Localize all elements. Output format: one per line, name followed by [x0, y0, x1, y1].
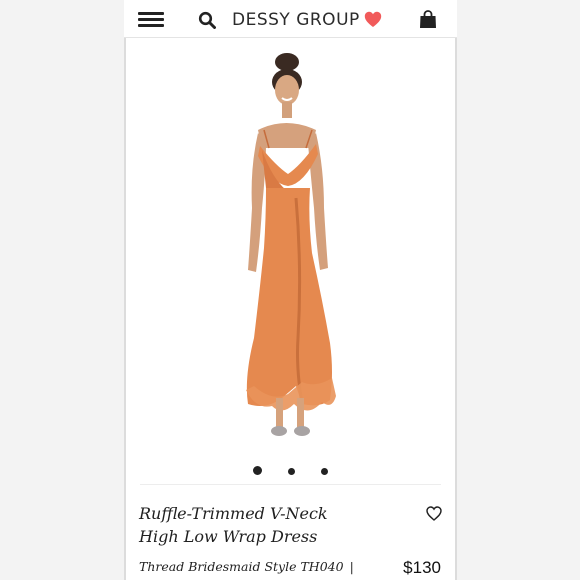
brand-logo[interactable]: DESSY GROUP — [232, 10, 360, 30]
product-style-line: Thread Bridesmaid Style TH040 | — [139, 559, 354, 574]
top-navigation-bar: DESSY GROUP — [124, 0, 457, 38]
carousel-indicator — [126, 462, 455, 480]
divider — [140, 484, 441, 485]
product-title: Ruffle-Trimmed V-Neck High Low Wrap Dres… — [139, 502, 399, 548]
product-card: Ruffle-Trimmed V-Neck High Low Wrap Dres… — [124, 38, 457, 580]
search-icon[interactable] — [198, 11, 216, 29]
phone-screen: DESSY GROUP Ruffle-Trimmed V-Neck High L… — [124, 0, 457, 580]
product-title-line-2: High Low Wrap Dress — [139, 527, 318, 546]
carousel-dot-2[interactable] — [288, 468, 295, 475]
wishlist-heart-icon[interactable] — [426, 506, 442, 521]
product-title-line-1: Ruffle-Trimmed V-Neck — [139, 504, 328, 523]
carousel-dot-1[interactable] — [252, 466, 262, 475]
heart-icon[interactable] — [364, 11, 382, 28]
style-label[interactable]: Thread Bridesmaid Style TH040 — [139, 559, 344, 574]
shopping-bag-icon[interactable] — [419, 10, 437, 29]
separator: | — [349, 559, 354, 574]
hamburger-menu-icon[interactable] — [138, 12, 164, 28]
product-photo[interactable] — [126, 38, 455, 456]
carousel-dot-3[interactable] — [321, 468, 329, 475]
product-price: $130 — [403, 558, 441, 577]
